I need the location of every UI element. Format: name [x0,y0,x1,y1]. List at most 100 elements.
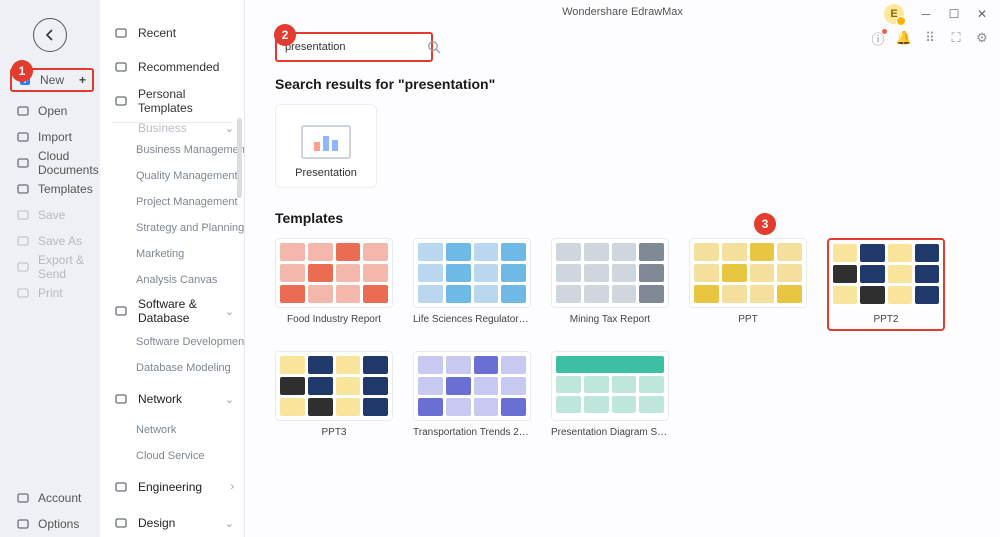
category-group-engineering[interactable]: Engineering › [100,469,244,505]
category-group-label: Business [138,121,187,135]
help-icon[interactable]: ⓘ [870,30,886,46]
back-button[interactable] [33,18,67,52]
category-group-label: Design [138,516,175,530]
category-group-network[interactable]: Network ⌄ [100,381,244,417]
chevron-right-icon: › [230,481,234,493]
sidebar-item-label: Export & Send [38,253,90,281]
cloud-icon [16,156,30,170]
sidebar-item-print: Print [0,280,100,306]
category-sub-item[interactable]: Software Development [100,329,244,355]
category-sub-item[interactable]: Quality Management [100,163,244,189]
template-label: Transportation Trends 2020 [413,427,531,438]
template-t1[interactable]: Food Industry Report [275,238,393,331]
gift-icon[interactable]: ⛶ [948,30,964,46]
thumbnail-pattern [556,356,664,416]
category-group-label: Engineering [138,480,202,494]
template-t2[interactable]: Life Sciences Regulatory R… [413,238,531,331]
minimize-button[interactable]: ─ [914,5,938,23]
plus-icon: + [79,73,86,87]
settings-icon[interactable]: ⚙ [974,30,990,46]
search-results-heading: Search results for "presentation" [275,76,1000,92]
apps-icon[interactable]: ⠿ [922,30,938,46]
category-group-label: Network [138,392,182,406]
main-area: Wondershare EdrawMax E ─ ☐ ✕ ⓘ 🔔 ⠿ ⛶ ⚙ [245,0,1000,537]
sidebar-item-label: Account [38,491,81,505]
saveas-icon [16,234,30,248]
bell-icon[interactable]: 🔔 [896,30,912,46]
sidebar-item-tmpl[interactable]: Templates [0,176,100,202]
template-t3[interactable]: Mining Tax Report [551,238,669,331]
clock-icon [114,26,128,40]
search-result-card[interactable]: Presentation [275,104,377,188]
category-sub-item[interactable]: Business Management [100,137,244,163]
sidebar-item-options[interactable]: Options [0,511,100,537]
file-sidebar: New + Open Import Cloud Documents Templates… [0,0,100,537]
sidebar-item-account[interactable]: Account [0,485,100,511]
category-group-label: Software & Database [138,297,225,325]
folder-icon [16,104,30,118]
template-t5[interactable]: PPT2 [827,238,945,331]
sidebar-item-label: Open [38,104,67,118]
maximize-button[interactable]: ☐ [942,5,966,23]
template-t8[interactable]: Presentation Diagram Shar… [551,351,669,438]
template-thumbnail [275,351,393,421]
save-icon [16,208,30,222]
print-icon [16,286,30,300]
category-sub-item[interactable]: Cloud Service [100,443,244,469]
template-label: PPT3 [275,427,393,438]
category-label: Recommended [138,60,219,74]
sidebar-item-import[interactable]: Import [0,124,100,150]
user-avatar[interactable]: E [884,4,904,24]
thumbnail-pattern [833,244,939,304]
presentation-icon [297,115,355,159]
export-icon [16,260,30,274]
template-thumbnail [413,351,531,421]
category-label: Personal Templates [138,87,234,115]
gear-icon [16,517,30,531]
category-scrollbar[interactable] [237,118,242,298]
sidebar-item-label: Templates [38,182,93,196]
category-sub-item[interactable]: Strategy and Planning [100,215,244,241]
category-group-business[interactable]: Business ⌄ [100,119,244,137]
new-button[interactable]: New + [10,68,94,92]
search-input[interactable] [285,41,427,53]
category-panel: Recent Recommended Personal Templates Busi… [100,0,245,537]
sidebar-item-label: Options [38,517,79,531]
helmet-icon [114,480,128,494]
category-sub-item[interactable]: Database Modeling [100,355,244,381]
scrollbar-thumb[interactable] [237,118,242,198]
result-label: Presentation [295,167,357,179]
sidebar-item-cloud[interactable]: Cloud Documents [0,150,100,176]
category-sub-item[interactable]: Analysis Canvas [100,267,244,293]
import-icon [16,130,30,144]
template-t6[interactable]: PPT3 [275,351,393,438]
search-box[interactable] [275,32,433,62]
chevron-down-icon: ⌄ [225,122,234,135]
templates-heading: Templates [275,210,1000,226]
sidebar-item-label: Import [38,130,72,144]
category-group-software[interactable]: Software & Database⌄ [100,293,244,329]
sidebar-item-open[interactable]: Open [0,98,100,124]
close-button[interactable]: ✕ [970,5,994,23]
category-sub-item[interactable]: Marketing [100,241,244,267]
new-icon [18,73,32,87]
category-sub-item[interactable]: Network [100,417,244,443]
template-t4[interactable]: PPT [689,238,807,331]
template-label: Food Industry Report [275,314,393,325]
category-sub-item[interactable]: Project Management [100,189,244,215]
category-top-personal[interactable]: Personal Templates [100,84,244,118]
template-label: PPT2 [829,314,943,325]
search-icon[interactable] [427,39,441,55]
sidebar-item-save: Save [0,202,100,228]
thumbnail-pattern [556,243,664,303]
doc-icon [114,94,128,108]
chevron-down-icon: ⌄ [225,393,234,406]
network-icon [114,392,128,406]
category-top-recommended[interactable]: Recommended [100,50,244,84]
template-t7[interactable]: Transportation Trends 2020 [413,351,531,438]
category-top-recent[interactable]: Recent [100,16,244,50]
file-menu: New + Open Import Cloud Documents Templates… [0,66,100,306]
template-thumbnail [413,238,531,308]
sidebar-item-label: Save [38,208,65,222]
category-group-design[interactable]: Design⌄ [100,505,244,537]
